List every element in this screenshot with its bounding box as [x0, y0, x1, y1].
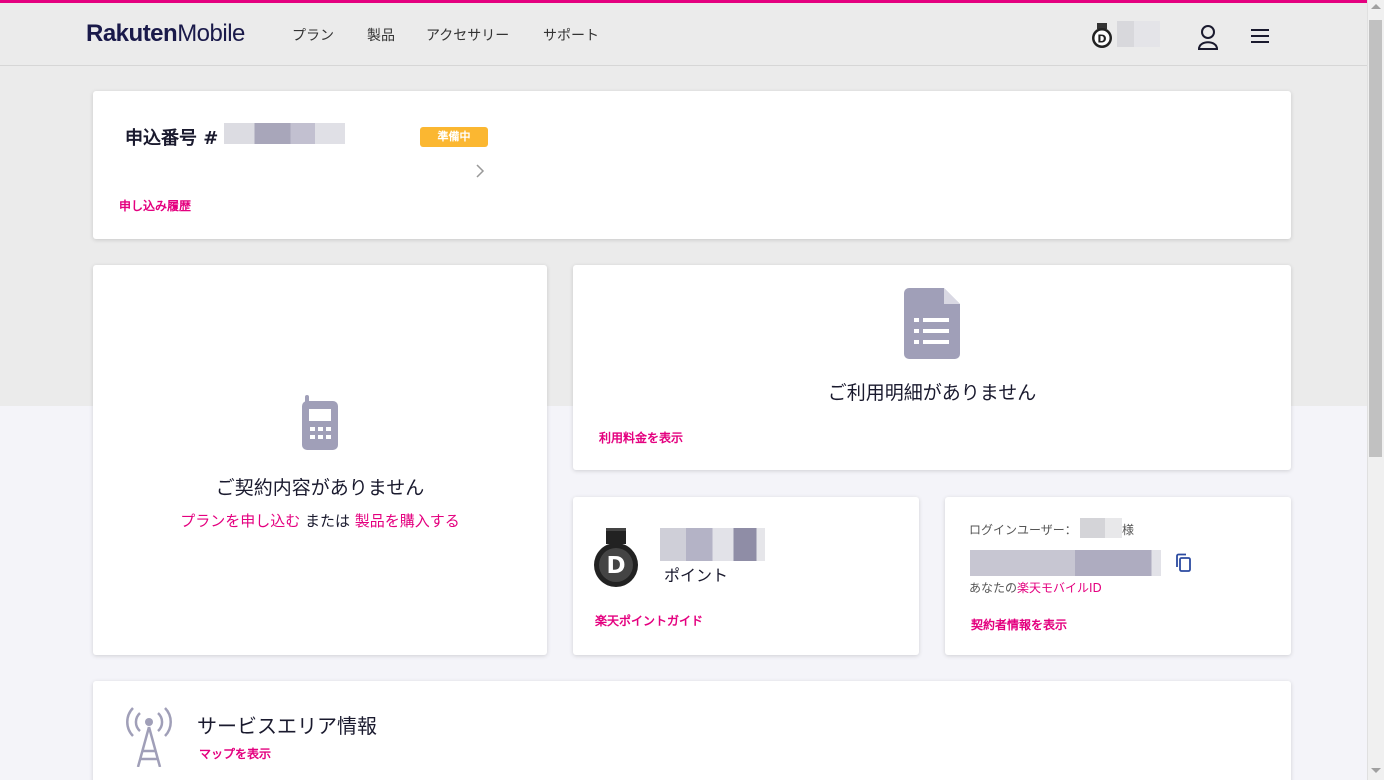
order-card: 申込番号 # 準備中 申し込み履歴 — [93, 91, 1291, 239]
document-icon — [904, 288, 960, 359]
mobile-phone-icon — [302, 395, 338, 450]
points-card: D ポイント 楽天ポイントガイド — [573, 497, 919, 655]
points-badge-icon[interactable]: D — [1091, 23, 1113, 49]
contractor-info-link[interactable]: 契約者情報を表示 — [971, 616, 1067, 633]
show-map-link[interactable]: マップを表示 — [199, 745, 271, 762]
site-header: RakutenMobile プラン 製品 アクセサリー サポート D — [0, 3, 1367, 66]
points-value-redacted — [660, 528, 765, 561]
scrollbar-thumb[interactable] — [1369, 20, 1382, 457]
copy-icon[interactable] — [1175, 553, 1192, 573]
points-value-redacted — [1117, 21, 1160, 47]
hamburger-menu-icon[interactable] — [1250, 27, 1270, 45]
show-charges-link[interactable]: 利用料金を表示 — [599, 429, 683, 446]
login-user-label: ログインユーザー： — [969, 523, 1077, 537]
chevron-right-icon[interactable] — [474, 163, 486, 179]
scroll-down-arrow-icon[interactable] — [1371, 768, 1381, 773]
status-badge: 準備中 — [420, 127, 488, 147]
nav-plan[interactable]: プラン — [292, 25, 334, 45]
honorific-suffix: 様 — [1122, 523, 1135, 537]
rakuten-mobile-id-link[interactable]: 楽天モバイルID — [1017, 581, 1102, 595]
user-name-redacted — [1080, 518, 1122, 538]
rakuten-id-caption: あなたの楽天モバイルID — [969, 581, 1102, 595]
rakuten-id-redacted — [970, 550, 1161, 576]
service-area-card: サービスエリア情報 マップを表示 — [93, 681, 1291, 780]
contract-card: ご契約内容がありません プランを申し込む または 製品を購入する — [93, 265, 547, 655]
no-statement-text: ご利用明細がありません — [827, 382, 1037, 404]
order-number-redacted — [224, 123, 345, 144]
svg-text:D: D — [606, 553, 625, 579]
order-history-link[interactable]: 申し込み履歴 — [119, 197, 191, 214]
points-label: ポイント — [664, 566, 729, 585]
user-icon[interactable] — [1197, 24, 1219, 50]
contract-actions: プランを申し込む または 製品を購入する — [180, 512, 460, 530]
scroll-up-arrow-icon[interactable] — [1371, 4, 1381, 9]
buy-product-link[interactable]: 製品を購入する — [355, 512, 460, 530]
nav-accessories[interactable]: アクセサリー — [426, 25, 509, 45]
order-number-title: 申込番号 # — [125, 128, 219, 149]
antenna-tower-icon — [126, 707, 172, 767]
rakuten-points-guide-link[interactable]: 楽天ポイントガイド — [595, 612, 703, 629]
nav-products[interactable]: 製品 — [367, 25, 395, 45]
points-medal-icon: D — [594, 528, 638, 587]
login-user-card: ログインユーザー： 様 あなたの楽天モバイルID 契約者情報を表示 — [945, 497, 1291, 655]
service-area-title: サービスエリア情報 — [197, 714, 377, 738]
statement-card: ご利用明細がありません 利用料金を表示 — [573, 265, 1291, 470]
nav-support[interactable]: サポート — [543, 25, 599, 45]
rakuten-mobile-logo[interactable]: RakutenMobile — [86, 20, 245, 48]
svg-text:D: D — [1097, 33, 1106, 46]
apply-plan-link[interactable]: プランを申し込む — [180, 512, 300, 530]
no-contract-text: ご契約内容がありません — [215, 477, 425, 499]
